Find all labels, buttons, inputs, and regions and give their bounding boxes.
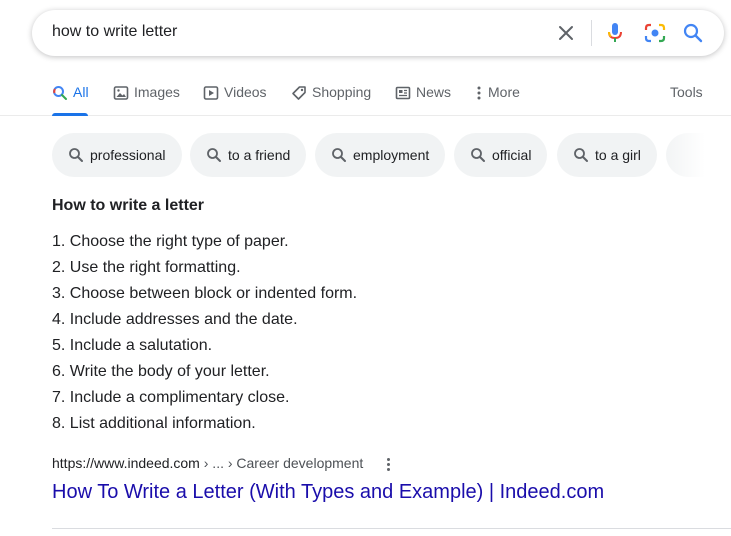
featured-snippet-list: 1. Choose the right type of paper. 2. Us… xyxy=(52,229,357,437)
chip-to-a-girl[interactable]: to a girl xyxy=(557,133,657,177)
tab-images[interactable]: Images xyxy=(113,84,180,116)
search-icon xyxy=(471,148,485,162)
search-tabs: All Images Videos Shopping News More Too… xyxy=(0,78,731,116)
chip-to-a-friend[interactable]: to a friend xyxy=(190,133,307,177)
tab-label: All xyxy=(73,84,89,100)
tab-news[interactable]: News xyxy=(395,84,451,116)
clear-icon[interactable] xyxy=(554,21,578,45)
list-item: 4. Include addresses and the date. xyxy=(52,311,298,328)
tab-label: Images xyxy=(134,84,180,100)
chip-employment[interactable]: employment xyxy=(315,133,446,177)
chip-label: official xyxy=(492,147,532,163)
result-title-link[interactable]: How To Write a Letter (With Types and Ex… xyxy=(52,481,604,504)
tab-all[interactable]: All xyxy=(52,84,89,116)
tab-label: Videos xyxy=(224,84,267,100)
search-icon xyxy=(69,148,83,162)
newspaper-icon xyxy=(395,86,411,100)
more-options-icon[interactable] xyxy=(381,455,395,473)
microphone-icon[interactable] xyxy=(603,21,627,45)
play-icon xyxy=(203,86,219,100)
chip-label: professional xyxy=(90,147,166,163)
result-url: https://www.indeed.com xyxy=(52,455,200,471)
list-item: 7. Include a complimentary close. xyxy=(52,389,290,406)
chip-professional[interactable]: professional xyxy=(52,133,182,177)
list-item: 8. List additional information. xyxy=(52,415,256,432)
tab-more[interactable]: More xyxy=(475,84,520,116)
result-breadcrumb: › ... › Career development xyxy=(199,455,364,471)
tab-label: More xyxy=(488,84,520,100)
search-icon[interactable] xyxy=(681,21,705,45)
list-item: 1. Choose the right type of paper. xyxy=(52,233,289,250)
search-bar[interactable]: how to write letter xyxy=(32,10,724,56)
search-icon xyxy=(207,148,221,162)
list-item: 3. Choose between block or indented form… xyxy=(52,285,358,302)
list-item: 2. Use the right formatting. xyxy=(52,259,241,276)
tab-shopping[interactable]: Shopping xyxy=(291,84,371,116)
search-icon xyxy=(53,86,67,100)
chip-label: employment xyxy=(353,147,430,163)
tab-videos[interactable]: Videos xyxy=(203,84,267,116)
tools-button[interactable]: Tools xyxy=(670,84,703,100)
chip-label: to a friend xyxy=(228,147,291,163)
vertical-dots-icon xyxy=(477,86,481,100)
tag-icon xyxy=(292,86,306,100)
search-icon xyxy=(574,148,588,162)
chip-overflow-fade xyxy=(666,133,731,177)
search-bar-divider xyxy=(591,20,592,46)
tab-label: Shopping xyxy=(312,84,372,100)
search-icon xyxy=(332,148,346,162)
divider xyxy=(52,528,731,529)
list-item: 5. Include a salutation. xyxy=(52,337,213,354)
chip-official[interactable]: official xyxy=(454,133,548,177)
featured-snippet-title: How to write a letter xyxy=(52,197,205,214)
chip-label: to a girl xyxy=(595,147,641,163)
list-item: 6. Write the body of your letter. xyxy=(52,363,270,380)
image-icon xyxy=(113,86,129,100)
result-citation[interactable]: https://www.indeed.com › ... › Career de… xyxy=(52,455,363,471)
camera-lens-icon[interactable] xyxy=(643,21,667,45)
search-input[interactable]: how to write letter xyxy=(52,23,177,41)
active-tab-indicator xyxy=(52,113,88,116)
tab-label: News xyxy=(416,84,452,100)
